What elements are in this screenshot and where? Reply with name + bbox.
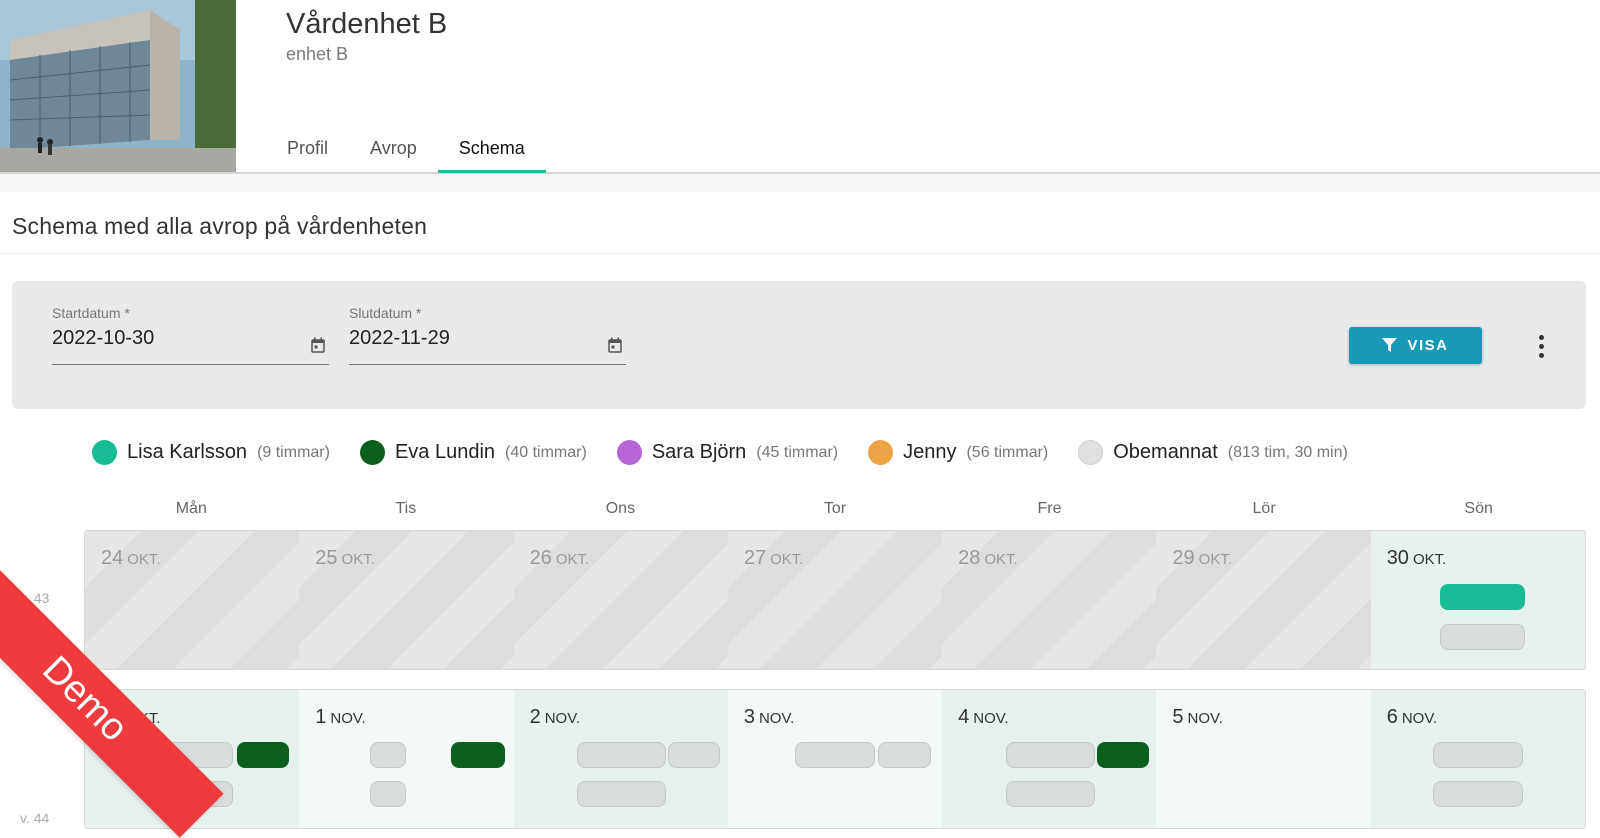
shift-unstaffed[interactable]: [1432, 742, 1523, 768]
day-cell[interactable]: 2 NOV.: [513, 690, 728, 828]
legend-item: Obemannat (813 tim, 30 min): [1078, 440, 1348, 465]
day-number: 30 OKT.: [1386, 547, 1447, 569]
legend-name: Lisa Karlsson: [127, 441, 248, 463]
day-cell[interactable]: 25 OKT.: [299, 531, 514, 669]
day-number: 3 NOV.: [743, 706, 795, 728]
shift-unstaffed[interactable]: [794, 742, 875, 768]
visa-button[interactable]: VISA: [1349, 327, 1482, 364]
calendar-icon[interactable]: [311, 337, 325, 353]
day-cell[interactable]: 29 OKT.: [1156, 531, 1371, 669]
day-cell[interactable]: 27 OKT.: [727, 531, 943, 669]
legend-hours: (40 timmar): [505, 443, 587, 461]
end-date-input[interactable]: [349, 327, 589, 350]
day-number: 27 OKT.: [743, 547, 804, 569]
day-cell[interactable]: 4 NOV.: [942, 690, 1157, 828]
unit-title: Vårdenhet B: [286, 8, 448, 40]
end-date-field[interactable]: Slutdatum *: [349, 303, 626, 365]
day-number: 28 OKT.: [958, 547, 1018, 569]
weekday-label: Sön: [1464, 500, 1493, 517]
visa-button-label: VISA: [1407, 337, 1449, 354]
day-cell[interactable]: 5 NOV.: [1156, 690, 1371, 828]
legend-name: Sara Björn: [651, 441, 747, 463]
end-date-label: Slutdatum *: [349, 305, 422, 321]
legend-dot: [92, 440, 117, 465]
shift-unstaffed[interactable]: [1006, 781, 1096, 807]
weekday-label: Mån: [175, 500, 207, 517]
legend-hours: (56 timmar): [966, 443, 1049, 461]
unit-header: Vårdenhet B enhet B Profil Avrop Schema: [0, 0, 1600, 174]
legend-hours: (45 timmar): [756, 443, 839, 461]
legend-name: Jenny: [903, 441, 957, 463]
day-cell[interactable]: 26 OKT.: [513, 531, 728, 669]
day-cell[interactable]: 30 OKT.: [1370, 531, 1585, 669]
weekday-label: Tis: [395, 500, 417, 517]
week-label: v. 44: [20, 810, 50, 826]
header-band: [0, 174, 1600, 192]
shift-unstaffed[interactable]: [667, 742, 720, 768]
tab-profil[interactable]: Profil: [266, 126, 349, 173]
day-cell[interactable]: 3 NOV.: [727, 690, 943, 828]
day-number: 26 OKT.: [529, 547, 590, 569]
day-number: 1 NOV.: [315, 706, 366, 728]
start-date-label: Startdatum *: [52, 305, 130, 321]
day-number: 4 NOV.: [958, 706, 1009, 728]
staff-legend: Lisa Karlsson (9 timmar) Eva Lundin (40 …: [92, 440, 1378, 465]
weekday-label: Tor: [823, 500, 847, 517]
shift-unstaffed[interactable]: [1439, 624, 1525, 650]
legend-dot: [359, 440, 385, 465]
filter-icon: [1382, 338, 1398, 352]
tab-avrop[interactable]: Avrop: [349, 126, 438, 173]
tab-schema[interactable]: Schema: [437, 126, 546, 173]
shift-unstaffed[interactable]: [576, 742, 666, 768]
shift-unstaffed[interactable]: [877, 742, 931, 768]
weekday-label: Ons: [605, 500, 636, 517]
shift-unstaffed[interactable]: [1432, 781, 1523, 807]
unit-photo: [0, 0, 236, 172]
page-title: Schema med alla avrop på vårdenheten: [12, 213, 428, 239]
legend-dot: [1078, 440, 1104, 465]
day-number: 29 OKT.: [1172, 547, 1232, 569]
weekday-label: Lör: [1252, 500, 1276, 517]
day-cell[interactable]: 24 OKT.: [85, 531, 300, 669]
legend-item: Jenny (56 timmar): [868, 440, 1048, 465]
divider: [0, 253, 1600, 254]
day-cell[interactable]: 6 NOV.: [1370, 690, 1585, 828]
week-row: 31OKT. 1NOV. 2NOV. 3NOV. 4NOV. 5NOV. 6NO…: [84, 689, 1586, 829]
weekday-header-row: Mån Tis Ons Tor Fre Lör Sön: [84, 500, 1586, 518]
shift-eva[interactable]: [1097, 742, 1150, 768]
unit-subtitle: enhet B: [286, 44, 349, 64]
legend-dot: [868, 440, 894, 465]
legend-hours: (813 tim, 30 min): [1227, 443, 1348, 461]
shift-unstaffed[interactable]: [370, 742, 407, 768]
weekday-label: Fre: [1037, 500, 1062, 517]
start-date-input[interactable]: [52, 327, 292, 350]
shift-eva[interactable]: [451, 742, 506, 768]
day-number: 2 NOV.: [529, 706, 580, 728]
shift-eva[interactable]: [237, 742, 289, 768]
legend-name: Obemannat: [1113, 441, 1218, 463]
day-cell[interactable]: 28 OKT.: [942, 531, 1157, 669]
tab-bar: Profil Avrop Schema: [266, 126, 546, 174]
day-cell[interactable]: 1 NOV.: [299, 690, 514, 828]
day-number: 6 NOV.: [1386, 706, 1438, 728]
week-row: 24 OKT. 25 OKT. 26 OKT. 27 OKT. 28 OKT. 29 OKT…: [84, 530, 1586, 670]
start-date-field[interactable]: Startdatum *: [52, 303, 329, 365]
legend-item: Eva Lundin (40 timmar): [359, 440, 587, 465]
day-number: 24 OKT.: [101, 547, 161, 569]
day-number: 25 OKT.: [315, 547, 375, 569]
shift-lisa[interactable]: [1439, 584, 1525, 610]
shift-unstaffed[interactable]: [370, 781, 407, 807]
more-options-icon[interactable]: [1526, 331, 1556, 361]
calendar-icon[interactable]: [608, 337, 622, 353]
legend-name: Eva Lundin: [394, 441, 496, 463]
legend-item: Sara Björn (45 timmar): [616, 440, 839, 465]
shift-unstaffed[interactable]: [576, 781, 666, 807]
date-filter-panel: Startdatum * Slutdatum * VISA: [12, 281, 1586, 409]
shift-unstaffed[interactable]: [1006, 742, 1096, 768]
legend-item: Lisa Karlsson (9 timmar): [92, 440, 330, 465]
day-number: 5 NOV.: [1172, 706, 1223, 728]
legend-hours: (9 timmar): [257, 443, 330, 461]
legend-dot: [616, 440, 642, 465]
